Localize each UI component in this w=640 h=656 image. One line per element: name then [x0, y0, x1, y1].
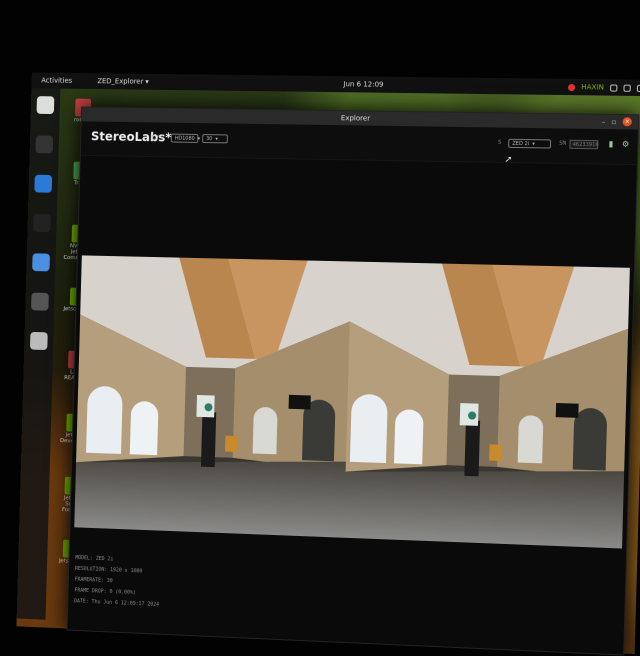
camera-stats: MODEL: ZED 2i RESOLUTION: 1920 x 1080 FRAM…: [74, 553, 160, 611]
close-icon[interactable]: ×: [622, 117, 632, 126]
stereo-view: [74, 255, 630, 548]
chromium-icon[interactable]: [32, 253, 50, 271]
activities-button[interactable]: Activities: [41, 77, 72, 85]
camera-select[interactable]: ZED 2i: [508, 139, 551, 149]
clock[interactable]: Jun 6 12:09: [343, 80, 383, 89]
toolbar: StereoLabs* 1.7.0 HD1080 30 S ZED 2i SN …: [81, 121, 638, 165]
resolution-select[interactable]: HD1080: [171, 134, 199, 143]
network-icon[interactable]: [623, 84, 630, 91]
left-camera-image: [74, 255, 351, 537]
mouse-cursor-icon: ➚: [505, 155, 513, 165]
explorer-window: Explorer – ▫ × StereoLabs* 1.7.0 HD1080 …: [67, 107, 640, 656]
record-indicator-icon: [568, 83, 575, 90]
right-camera-image: [344, 262, 630, 549]
version-label: 1.7.0: [151, 135, 164, 141]
minimize-icon[interactable]: –: [602, 117, 606, 125]
desktop-icons: robot1TrashNVIDIA Jetson Community FJets…: [32, 59, 640, 66]
terminal-icon[interactable]: [35, 135, 53, 153]
maximize-icon[interactable]: ▫: [611, 117, 616, 125]
settings-icon[interactable]: ⚙: [621, 139, 631, 149]
window-title: Explorer: [341, 114, 370, 122]
right-camera-view[interactable]: [344, 262, 630, 549]
app-menu-label: ZED_Explorer: [97, 77, 143, 85]
vscode-icon[interactable]: [34, 175, 52, 193]
serial-number-field[interactable]: 46233916: [569, 140, 598, 150]
nvidia-tray-icon[interactable]: HAXIN: [581, 83, 604, 91]
chevron-down-icon: ▾: [145, 78, 149, 86]
screen: Activities ZED_Explorer ▾ Jun 6 12:09 HA…: [16, 59, 640, 654]
system-tray[interactable]: HAXIN: [568, 83, 640, 92]
record-icon[interactable]: ▮: [606, 139, 616, 149]
drive-icon[interactable]: [30, 332, 48, 350]
app-icon[interactable]: [31, 293, 49, 311]
app-menu[interactable]: ZED_Explorer ▾: [97, 77, 149, 86]
fps-select[interactable]: 30: [202, 134, 228, 143]
stat-line: DATE: Thu Jun 6 12:09:17 2024: [74, 596, 159, 611]
files-icon[interactable]: [37, 96, 55, 114]
obs-icon[interactable]: [33, 214, 51, 232]
left-camera-view[interactable]: [74, 255, 351, 537]
accessibility-icon[interactable]: [610, 84, 617, 91]
sn-label: SN: [559, 141, 566, 147]
camera-label: S: [498, 140, 501, 146]
